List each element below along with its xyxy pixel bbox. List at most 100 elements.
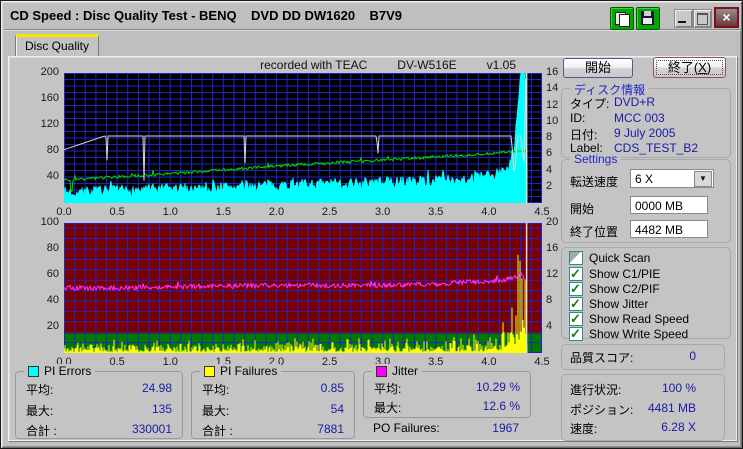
progress-box: 進行状況: 100 % ポジション: 4481 MB 速度: 6.28 X <box>561 374 725 441</box>
axis-tick-label: 2.5 <box>321 206 338 218</box>
stat-row: 合計 :330001 <box>26 422 172 438</box>
axis-tick-label: 1.5 <box>215 206 231 218</box>
po-failures-row: PO Failures: 1967 <box>373 421 519 435</box>
axis-tick-label: 100 <box>40 216 59 228</box>
axis-tick-label: 3.0 <box>375 206 391 218</box>
disc-info-row: ID: MCC 003 <box>570 111 665 125</box>
checkbox-label: Show Write Speed <box>589 327 689 341</box>
show-c2-pif-checkbox[interactable]: Show C2/PIF <box>569 281 660 297</box>
quick-scan-checkbox[interactable]: Quick Scan <box>569 251 650 265</box>
axis-tick-label: 80 <box>46 242 59 254</box>
version-label: v1.05 <box>486 58 516 72</box>
axis-tick-label: 1.0 <box>162 206 178 218</box>
pi-failures-jitter-chart <box>63 223 542 353</box>
recorded-with-label: recorded with TEAC <box>260 58 368 72</box>
axis-tick-label: 120 <box>40 118 59 130</box>
exit-button-accel: X <box>698 60 707 75</box>
pi-errors-statbox: PI Errors 平均: 24.98 最大: 135 合計 :330001 <box>15 364 183 439</box>
checkbox-icon[interactable] <box>569 251 583 265</box>
pi-errors-chart <box>63 71 542 204</box>
end-position-value: 4482 MB <box>635 223 684 237</box>
end-position-field[interactable]: 4482 MB <box>630 220 708 238</box>
pi-errors-legend-label: PI Errors <box>44 364 92 378</box>
save-icon[interactable] <box>636 7 660 30</box>
stat-row: 最大: 12.6 % <box>374 399 520 415</box>
axis-tick-label: 3.5 <box>428 206 444 218</box>
speed-value: 6 X <box>635 172 654 186</box>
minimize-button[interactable] <box>674 9 693 28</box>
stat-row: 平均: 10.29 % <box>374 380 520 396</box>
stat-row: 平均: 24.98 <box>26 381 172 397</box>
checkbox-icon[interactable] <box>569 311 583 327</box>
checkbox-label: Show Read Speed <box>589 312 690 326</box>
show-jitter-checkbox[interactable]: Show Jitter <box>569 296 649 312</box>
quality-score-box: 品質スコア: 0 <box>561 344 725 370</box>
checkbox-label: Show C2/PIF <box>589 282 660 296</box>
start-button-label: 開始 <box>584 60 611 75</box>
speed-dropdown[interactable]: 6 X ▼ <box>630 169 714 188</box>
jitter-legend: Jitter <box>372 364 423 378</box>
speed-row: 速度: 6.28 X <box>570 420 696 436</box>
jitter-swatch-icon <box>376 365 387 377</box>
show-c1-pie-checkbox[interactable]: Show C1/PIE <box>569 266 661 282</box>
exit-button-label: 終了( <box>667 60 699 75</box>
tab-disc-quality[interactable]: Disc Quality <box>15 34 99 57</box>
axis-tick-label: 80 <box>46 144 59 156</box>
tab-label: Disc Quality <box>24 39 89 53</box>
exit-button-label-end: ) <box>706 60 712 75</box>
start-button[interactable]: 開始 <box>563 58 633 78</box>
speed-label: 転送速度 <box>570 175 619 189</box>
floppy-body-icon <box>641 11 654 25</box>
checkbox-label: Quick Scan <box>589 251 651 265</box>
axis-tick-label: 4.0 <box>481 206 497 218</box>
show-write-speed-checkbox[interactable]: Show Write Speed <box>569 326 689 342</box>
chart-header: recorded with TEAC DV-W516E v1.05 <box>64 58 542 72</box>
start-position-label: 開始 <box>570 202 595 216</box>
quality-score-row: 品質スコア: 0 <box>570 349 696 365</box>
end-position-label: 終了位置 <box>570 225 619 239</box>
stat-row: 合計 :7881 <box>202 422 344 438</box>
stat-row: 最大: 54 <box>202 402 344 418</box>
chevron-down-icon[interactable]: ▼ <box>694 171 712 187</box>
axis-tick-label: 2.5 <box>321 356 338 368</box>
pi-failures-legend-label: PI Failures <box>220 364 278 378</box>
axis-tick-label: 60 <box>46 268 59 280</box>
floppy-label-icon <box>643 18 652 24</box>
checkbox-icon[interactable] <box>569 296 583 312</box>
axis-tick-label: 20 <box>46 320 59 332</box>
pi-errors-swatch-icon <box>28 365 39 377</box>
disc-info-row: タイプ: DVD+R <box>570 95 656 111</box>
settings-title: Settings <box>570 152 622 166</box>
copy-results-icon[interactable] <box>610 7 634 30</box>
floppy-shutter-icon <box>644 11 651 16</box>
checkbox-label: Show Jitter <box>589 297 649 311</box>
close-button[interactable]: × <box>714 7 739 28</box>
axis-tick-label: 160 <box>40 92 59 104</box>
jitter-legend-label: Jitter <box>392 364 419 378</box>
start-position-field[interactable]: 0000 MB <box>630 196 708 214</box>
checkbox-icon[interactable] <box>569 326 583 342</box>
disc-info-group: ディスク情報 タイプ: DVD+R ID: MCC 003 日付: 9 July 20… <box>561 81 731 158</box>
axis-tick-label: 2.0 <box>268 206 285 218</box>
checkbox-icon[interactable] <box>569 281 583 297</box>
axis-tick-label: 1.0 <box>162 356 178 368</box>
position-row: ポジション: 4481 MB <box>570 401 696 417</box>
pi-failures-legend: PI Failures <box>200 364 282 378</box>
checkbox-label: Show C1/PIE <box>589 267 661 281</box>
axis-tick-label: 0.5 <box>109 356 125 368</box>
jitter-statbox: Jitter 平均: 10.29 % 最大: 12.6 % <box>363 364 531 418</box>
axis-tick-label: 4.5 <box>534 356 550 368</box>
maximize-icon <box>697 13 708 25</box>
axis-tick-label: 0.5 <box>109 206 125 218</box>
pi-failures-swatch-icon <box>204 365 215 377</box>
maximize-button[interactable] <box>693 9 712 28</box>
title-bar[interactable]: CD Speed : Disc Quality Test - BENQ DVD … <box>4 4 741 31</box>
exit-button[interactable]: 終了(X) <box>653 57 726 78</box>
options-group: Quick Scan Show C1/PIE Show C2/PIF Show … <box>561 247 731 342</box>
page-front-icon <box>619 14 630 27</box>
axis-tick-label: 40 <box>46 170 59 182</box>
close-icon: × <box>722 9 731 25</box>
checkbox-icon[interactable] <box>569 266 583 282</box>
app-window: CD Speed : Disc Quality Test - BENQ DVD … <box>0 0 743 449</box>
show-read-speed-checkbox[interactable]: Show Read Speed <box>569 311 690 327</box>
